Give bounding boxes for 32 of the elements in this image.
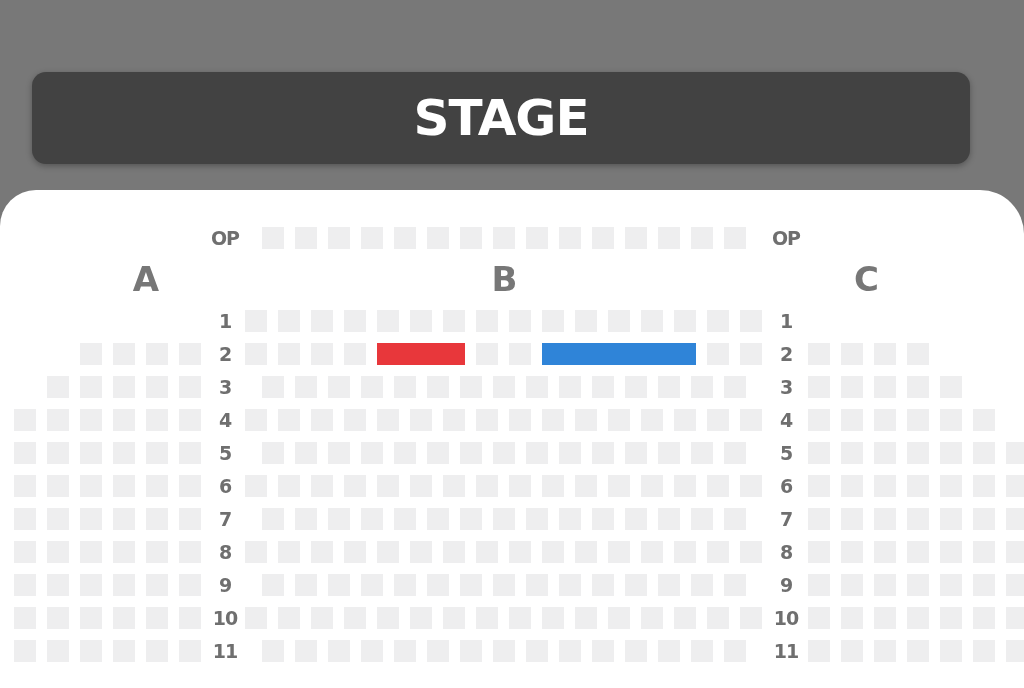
section-label: C (853, 259, 879, 299)
row-label: 7 (218, 507, 232, 530)
row-label: 2 (218, 342, 232, 365)
row-label: 3 (779, 375, 793, 398)
row-label: 7 (779, 507, 793, 530)
section-label: B (491, 259, 518, 299)
row-label: 8 (779, 540, 793, 563)
row-label: 6 (779, 474, 793, 497)
row-label: 10 (773, 606, 799, 629)
row-label: 3 (218, 375, 232, 398)
row-label: 5 (779, 441, 793, 464)
seat[interactable] (674, 342, 696, 365)
row-label: 4 (779, 408, 793, 431)
row-label: 5 (218, 441, 232, 464)
section-label: A (132, 259, 160, 299)
row-label: OP (210, 226, 240, 249)
seat[interactable] (542, 342, 575, 365)
seat[interactable] (443, 342, 465, 365)
row-label: 6 (218, 474, 232, 497)
row-label: 4 (218, 408, 232, 431)
row-label: 9 (218, 573, 232, 596)
row-label: 2 (779, 342, 793, 365)
row-label: 8 (218, 540, 232, 563)
row-label: OP (771, 226, 801, 249)
row-label: 11 (212, 639, 238, 662)
row-label: 1 (779, 309, 793, 332)
row-label: 10 (212, 606, 238, 629)
seat[interactable] (377, 342, 410, 365)
row-label: 9 (779, 573, 793, 596)
row-label: 1 (218, 309, 232, 332)
row-label: 11 (773, 639, 799, 662)
stage-banner: STAGE (32, 72, 970, 164)
